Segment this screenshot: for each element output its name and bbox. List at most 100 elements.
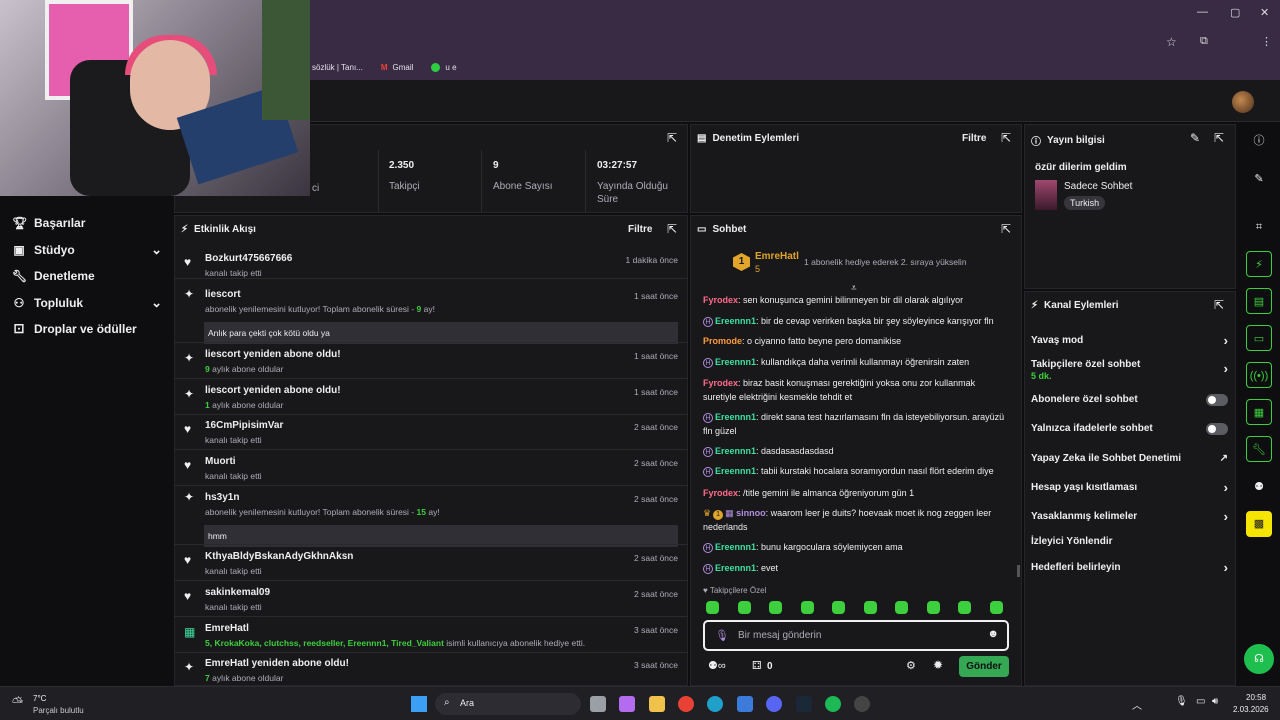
edit-icon[interactable]: ✎ bbox=[1190, 131, 1200, 145]
network-icon[interactable]: ▭ bbox=[1196, 696, 1205, 707]
send-button[interactable]: Gönder bbox=[959, 656, 1009, 677]
kanal-action[interactable]: Hedefleri belirleyin › bbox=[1031, 560, 1228, 575]
event-item[interactable]: ✦ liescort yeniden abone oldu! 1 saat önce… bbox=[174, 347, 688, 381]
emote-icon[interactable] bbox=[769, 601, 782, 614]
chat-message[interactable]: H Ereennn1: kullandıkça daha verimli kull… bbox=[703, 355, 1009, 369]
emote-icon[interactable] bbox=[832, 601, 845, 614]
chat-message[interactable]: H Ereennn1: evet bbox=[703, 561, 1009, 575]
settings-icon[interactable]: ⚙︎ bbox=[906, 659, 916, 672]
tag-turkish[interactable]: Turkish bbox=[1064, 196, 1106, 210]
chat-message[interactable]: H Ereennn1: bir de cevap verirken başka b… bbox=[703, 314, 1009, 328]
event-item[interactable]: ✦ liescort 1 saat önce abonelik yenilemesin… bbox=[174, 287, 688, 344]
event-item[interactable]: ♥ KthyaBldyBskanAdyGkhnAksn 2 saat önce kan… bbox=[174, 549, 688, 583]
event-item[interactable]: ♥ sakinkemal09 2 saat önce kanalı takip ett… bbox=[174, 585, 688, 619]
discord-icon[interactable] bbox=[766, 696, 782, 712]
chat-message[interactable]: H Ereennn1: dasdasasdasdasd bbox=[703, 444, 1009, 458]
kanal-action[interactable]: Takipçilere özel sohbet 5 dk. › bbox=[1031, 359, 1228, 381]
sidebar-item-basarilar[interactable]: 🏆︎ Başarılar bbox=[12, 216, 162, 230]
badge-icon[interactable]: ✹ bbox=[933, 658, 943, 672]
kanal-action[interactable]: Yasaklanmış kelimeler › bbox=[1031, 509, 1228, 524]
minimize-icon[interactable]: — bbox=[1197, 6, 1208, 18]
edit-icon[interactable]: ✎ bbox=[1246, 166, 1272, 192]
filtre-button[interactable]: Filtre bbox=[628, 224, 652, 235]
event-item[interactable]: ✦ EmreHatl yeniden abone oldu! 3 saat önce… bbox=[174, 656, 688, 690]
close-icon[interactable]: ✕ bbox=[1260, 6, 1269, 19]
popout-icon[interactable]: ⇱ bbox=[667, 222, 677, 236]
mic-tray-icon[interactable]: 🎙︎ bbox=[1175, 696, 1188, 707]
filtre-button[interactable]: Filtre bbox=[962, 133, 986, 144]
community-icon[interactable]: ⚉∞ bbox=[708, 659, 726, 672]
chevron-up-icon[interactable]: ︿ bbox=[1132, 697, 1142, 712]
scrollbar[interactable] bbox=[1017, 565, 1020, 577]
popout-icon[interactable]: ⇱ bbox=[1001, 222, 1011, 236]
avatar[interactable] bbox=[1232, 91, 1254, 113]
stream-category[interactable]: Sadece Sohbet bbox=[1064, 181, 1132, 192]
volume-icon[interactable]: 🔊︎ bbox=[1212, 696, 1218, 707]
bookmark-sozluk[interactable]: sözlük | Tanı... bbox=[312, 63, 363, 72]
emote-icon[interactable] bbox=[926, 601, 940, 614]
windows-start-icon[interactable] bbox=[411, 696, 427, 712]
chat-message[interactable]: Promode: o ciyanno fatto beyne pero doma… bbox=[703, 334, 1009, 348]
event-item[interactable]: ♥ Muorti 2 saat önce kanalı takip etti bbox=[174, 454, 688, 488]
edge-icon[interactable] bbox=[707, 696, 723, 712]
sidebar-item-studyo[interactable]: ▣ Stüdyo ⌄ bbox=[12, 242, 162, 258]
info-icon[interactable]: ⓘ bbox=[1246, 128, 1272, 154]
copilot-icon[interactable] bbox=[619, 696, 635, 712]
document-icon[interactable]: ▤ bbox=[1246, 288, 1272, 314]
pinned-user[interactable]: EmreHatl bbox=[755, 251, 799, 262]
kanal-action[interactable]: Yalnızca ifadelerle sohbet bbox=[1031, 423, 1228, 435]
toggle-switch[interactable] bbox=[1206, 394, 1228, 406]
layout-icon[interactable]: ▦ bbox=[1246, 399, 1272, 425]
kanal-action[interactable]: Yapay Zeka ile Sohbet Denetimi ↗ bbox=[1031, 453, 1228, 464]
chat-message[interactable]: H Ereennn1: direkt sana test hazırlamasın… bbox=[703, 410, 1009, 438]
search-box[interactable]: ⌕ Ara bbox=[435, 693, 581, 715]
bookmark-ue[interactable]: u e bbox=[431, 62, 457, 72]
people-icon[interactable]: ⚉ bbox=[1246, 474, 1272, 500]
bookmark-gmail[interactable]: M Gmail bbox=[381, 63, 414, 72]
sidebar-item-droplar[interactable]: ⚀ Droplar ve ödüller bbox=[12, 322, 162, 336]
event-item[interactable]: ♥ Bozkurt475667666 1 dakika önce kanalı tak… bbox=[174, 251, 688, 285]
event-item[interactable]: ✦ hs3y1n 2 saat önce abonelik yenilemesini … bbox=[174, 490, 688, 547]
popout-icon[interactable]: ⇱ bbox=[667, 131, 677, 145]
menu-icon[interactable]: ⋮ bbox=[1261, 35, 1272, 48]
lightning-icon[interactable]: ⚡︎ bbox=[1246, 251, 1272, 277]
kanal-action[interactable]: Hesap yaşı kısıtlaması › bbox=[1031, 480, 1228, 495]
chat-message[interactable]: Fyrodex: /title gemini ile almanca öğren… bbox=[703, 486, 1009, 500]
store-icon[interactable] bbox=[737, 696, 753, 712]
spotify-icon[interactable] bbox=[825, 696, 841, 712]
emote-icon[interactable] bbox=[706, 601, 719, 614]
mic-icon[interactable]: 🎙︎ bbox=[715, 629, 729, 642]
popout-icon[interactable]: ⇱ bbox=[1214, 298, 1224, 312]
wrench-icon[interactable]: 🔧︎ bbox=[1246, 436, 1272, 462]
emote-icon[interactable] bbox=[737, 601, 751, 614]
toggle-switch[interactable] bbox=[1206, 423, 1228, 435]
extensions-icon[interactable]: ⧉ bbox=[1200, 35, 1208, 48]
chat-message[interactable]: Fyrodex: biraz basit konuşması gerektiği… bbox=[703, 376, 1009, 404]
steam-icon[interactable] bbox=[796, 696, 812, 712]
event-item[interactable]: ▦ EmreHatl 3 saat önce 5, KrokaKoka, clutch… bbox=[174, 621, 688, 655]
support-icon[interactable]: ☊ bbox=[1244, 644, 1274, 674]
app-icon[interactable] bbox=[854, 696, 870, 712]
sidebar-item-topluluk[interactable]: ⚇ Topluluk ⌄ bbox=[12, 295, 162, 311]
emote-icon[interactable] bbox=[800, 601, 814, 614]
star-icon[interactable]: ☆ bbox=[1166, 35, 1177, 49]
points-icon[interactable]: ⚃ bbox=[752, 659, 762, 672]
event-item[interactable]: ✦ liescort yeniden abone oldu! 1 saat önce… bbox=[174, 383, 688, 417]
emote-icon[interactable] bbox=[989, 601, 1003, 614]
weather-icon[interactable]: ⛅︎ bbox=[12, 694, 23, 711]
kanal-action[interactable]: Abonelere özel sohbet bbox=[1031, 394, 1228, 406]
sidebar-item-denetleme[interactable]: 🔧︎ Denetleme bbox=[12, 269, 162, 283]
popout-icon[interactable]: ⇱ bbox=[1214, 131, 1224, 145]
kanal-action[interactable]: Yavaş mod › bbox=[1031, 333, 1228, 348]
broadcast-icon[interactable]: ((•)) bbox=[1246, 362, 1272, 388]
emote-icon[interactable] bbox=[863, 601, 877, 614]
event-item[interactable]: ♥ 16CmPipisimVar 2 saat önce kanalı takip e… bbox=[174, 418, 688, 452]
emote-icon[interactable] bbox=[958, 601, 971, 614]
chat-input[interactable]: 🎙︎ Bir mesaj gönderin ☻ bbox=[703, 620, 1009, 651]
emoji-icon[interactable]: ☻ bbox=[987, 628, 999, 640]
maximize-icon[interactable]: ▢ bbox=[1230, 6, 1240, 19]
emote-icon[interactable] bbox=[895, 601, 908, 614]
taskview-icon[interactable] bbox=[590, 696, 606, 712]
popout-icon[interactable]: ⇱ bbox=[1001, 131, 1011, 145]
chat-message[interactable]: H Ereennn1: bunu kargoculara söylemiycen … bbox=[703, 540, 1009, 554]
